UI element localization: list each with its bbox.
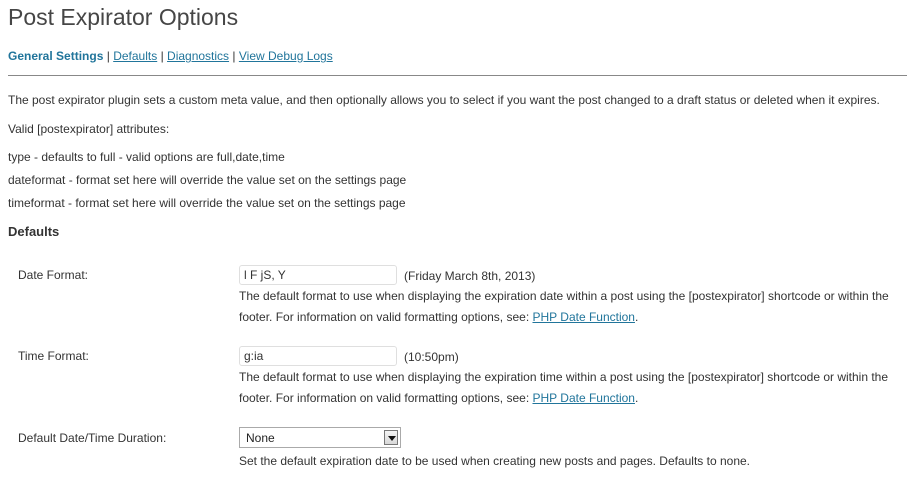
time-format-description: The default format to use when displayin… [239, 367, 899, 409]
time-format-description-period: . [634, 391, 639, 405]
date-format-example: (Friday March 8th, 2013) [404, 269, 536, 283]
subnav-separator: | [106, 49, 110, 63]
attribute-type: type - defaults to full - valid options … [8, 150, 285, 164]
subnav-defaults-link[interactable]: Defaults [113, 49, 157, 63]
defaults-heading: Defaults [8, 224, 60, 239]
attributes-heading: Valid [postexpirator] attributes: [8, 122, 170, 136]
subnav-separator: | [160, 49, 164, 63]
duration-label: Default Date/Time Duration: [18, 431, 167, 445]
subnav-diagnostics-link[interactable]: Diagnostics [167, 49, 229, 63]
intro-description: The post expirator plugin sets a custom … [8, 93, 880, 107]
php-date-function-link[interactable]: PHP Date Function [532, 310, 635, 324]
php-date-function-link[interactable]: PHP Date Function [532, 391, 635, 405]
chevron-down-icon[interactable] [384, 430, 398, 445]
time-format-example: (10:50pm) [404, 350, 459, 364]
time-format-label: Time Format: [18, 349, 89, 363]
date-format-label: Date Format: [18, 268, 89, 282]
subnav-separator: | [232, 49, 236, 63]
page-title: Post Expirator Options [8, 4, 239, 30]
duration-description: Set the default expiration date to be us… [239, 454, 751, 468]
subnav-general-settings[interactable]: General Settings [8, 49, 103, 63]
date-format-description: The default format to use when displayin… [239, 286, 899, 328]
attribute-dateformat: dateformat - format set here will overri… [8, 173, 407, 187]
time-format-input[interactable] [239, 346, 397, 366]
date-format-description-period: . [634, 310, 639, 324]
attribute-timeformat: timeformat - format set here will overri… [8, 196, 406, 210]
date-format-input[interactable] [239, 265, 397, 285]
settings-page: Post Expirator Options General Settings … [0, 0, 918, 485]
header-divider [8, 75, 907, 76]
subnav-debug-logs-link[interactable]: View Debug Logs [239, 49, 333, 63]
duration-selected-value: None [246, 431, 275, 445]
duration-select[interactable]: None [239, 427, 401, 448]
subnav: General Settings | Defaults | Diagnostic… [8, 49, 333, 63]
